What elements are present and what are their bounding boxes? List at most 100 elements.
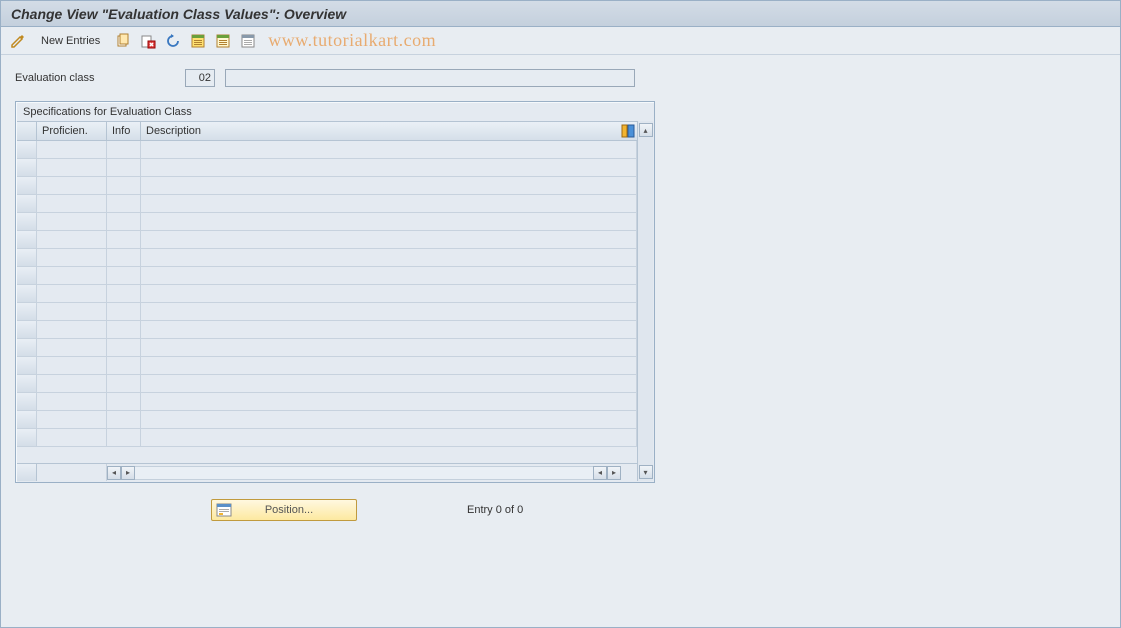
row-selector[interactable] [17,195,37,212]
table-row[interactable] [17,429,637,447]
cell-proficiency[interactable] [37,411,107,428]
evaluation-class-desc-input[interactable] [225,69,635,87]
cell-info[interactable] [107,177,141,194]
cell-proficiency[interactable] [37,249,107,266]
row-selector[interactable] [17,321,37,338]
table-row[interactable] [17,303,637,321]
undo-icon[interactable] [162,31,184,51]
cell-proficiency[interactable] [37,231,107,248]
copy-as-icon[interactable] [112,31,134,51]
row-selector[interactable] [17,213,37,230]
table-row[interactable] [17,177,637,195]
cell-description[interactable] [141,231,619,248]
table-row[interactable] [17,339,637,357]
deselect-all-icon[interactable] [237,31,259,51]
scroll-left-end-icon[interactable]: ◂ [107,466,121,480]
select-block-icon[interactable] [212,31,234,51]
cell-description[interactable] [141,411,619,428]
cell-proficiency[interactable] [37,357,107,374]
cell-proficiency[interactable] [37,141,107,158]
cell-description[interactable] [141,321,619,338]
delete-icon[interactable] [137,31,159,51]
cell-info[interactable] [107,231,141,248]
cell-description[interactable] [141,285,619,302]
row-selector[interactable] [17,393,37,410]
cell-info[interactable] [107,159,141,176]
hscroll-track[interactable] [135,466,593,480]
table-row[interactable] [17,321,637,339]
scroll-left-icon[interactable]: ▸ [121,466,135,480]
cell-info[interactable] [107,321,141,338]
change-icon[interactable] [7,31,29,51]
column-description[interactable]: Description [141,122,619,140]
position-button[interactable]: Position... [211,499,357,521]
table-row[interactable] [17,231,637,249]
cell-info[interactable] [107,285,141,302]
scroll-up-icon[interactable]: ▴ [639,123,653,137]
cell-proficiency[interactable] [37,285,107,302]
table-row[interactable] [17,393,637,411]
scroll-right-end-icon[interactable]: ▸ [607,466,621,480]
column-info[interactable]: Info [107,122,141,140]
cell-proficiency[interactable] [37,267,107,284]
cell-proficiency[interactable] [37,177,107,194]
cell-info[interactable] [107,303,141,320]
cell-description[interactable] [141,159,619,176]
cell-proficiency[interactable] [37,375,107,392]
row-selector[interactable] [17,429,37,446]
row-selector[interactable] [17,375,37,392]
cell-proficiency[interactable] [37,303,107,320]
evaluation-class-code-input[interactable] [185,69,215,87]
row-selector[interactable] [17,357,37,374]
table-row[interactable] [17,195,637,213]
scroll-down-icon[interactable]: ▾ [639,465,653,479]
scroll-right-icon[interactable]: ◂ [593,466,607,480]
cell-info[interactable] [107,213,141,230]
table-row[interactable] [17,141,637,159]
cell-info[interactable] [107,141,141,158]
cell-description[interactable] [141,195,619,212]
row-selector[interactable] [17,177,37,194]
cell-description[interactable] [141,267,619,284]
cell-info[interactable] [107,411,141,428]
cell-info[interactable] [107,195,141,212]
cell-info[interactable] [107,339,141,356]
table-row[interactable] [17,375,637,393]
select-all-column-header[interactable] [17,122,37,140]
row-selector[interactable] [17,231,37,248]
row-selector[interactable] [17,267,37,284]
row-selector[interactable] [17,141,37,158]
cell-proficiency[interactable] [37,429,107,446]
table-row[interactable] [17,213,637,231]
cell-description[interactable] [141,213,619,230]
row-selector[interactable] [17,159,37,176]
cell-description[interactable] [141,249,619,266]
cell-description[interactable] [141,393,619,410]
row-selector[interactable] [17,339,37,356]
cell-info[interactable] [107,393,141,410]
cell-proficiency[interactable] [37,339,107,356]
cell-proficiency[interactable] [37,213,107,230]
cell-proficiency[interactable] [37,195,107,212]
cell-proficiency[interactable] [37,393,107,410]
table-settings-icon[interactable] [619,122,637,140]
table-row[interactable] [17,357,637,375]
cell-description[interactable] [141,429,619,446]
table-row[interactable] [17,411,637,429]
row-selector[interactable] [17,411,37,428]
new-entries-button[interactable]: New Entries [32,31,109,51]
cell-proficiency[interactable] [37,321,107,338]
cell-info[interactable] [107,429,141,446]
cell-description[interactable] [141,141,619,158]
table-row[interactable] [17,249,637,267]
cell-info[interactable] [107,267,141,284]
cell-info[interactable] [107,375,141,392]
row-selector[interactable] [17,249,37,266]
cell-description[interactable] [141,375,619,392]
cell-info[interactable] [107,249,141,266]
cell-description[interactable] [141,357,619,374]
row-selector[interactable] [17,303,37,320]
select-all-icon[interactable] [187,31,209,51]
cell-description[interactable] [141,339,619,356]
table-row[interactable] [17,267,637,285]
